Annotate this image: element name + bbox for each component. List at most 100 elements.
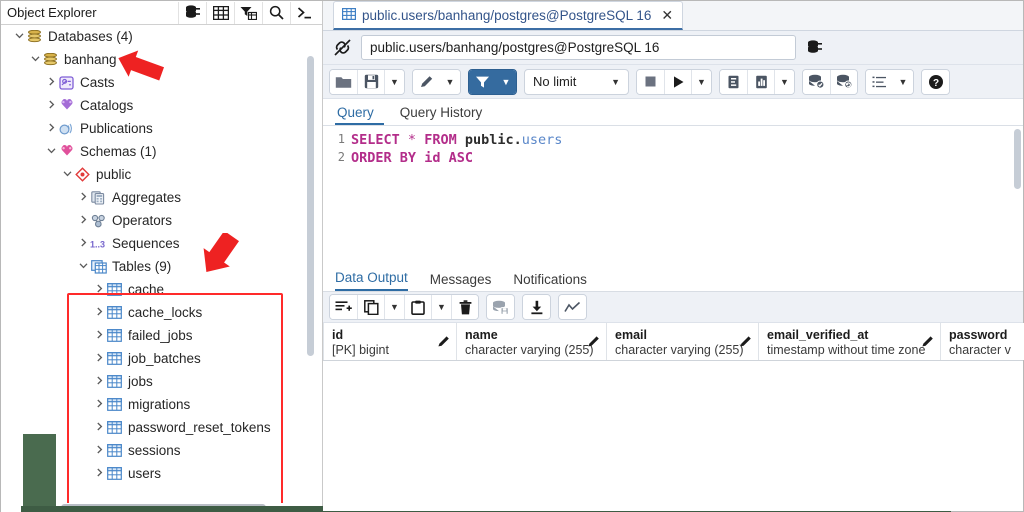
chevron-right-icon[interactable] <box>93 330 106 342</box>
tab-notifications[interactable]: Notifications <box>513 272 587 291</box>
funnel-icon[interactable] <box>469 69 496 94</box>
pencil-icon[interactable] <box>587 334 601 351</box>
query-tool-tab[interactable]: public.users/banhang/postgres@PostgreSQL… <box>333 1 684 30</box>
pencil-icon[interactable] <box>739 334 753 351</box>
tree-item-label: migrations <box>128 396 191 412</box>
tree-item-public[interactable]: public <box>1 163 322 186</box>
question-mark-icon[interactable]: ? <box>922 69 949 94</box>
list-icon[interactable] <box>866 69 893 94</box>
execute-dropdown[interactable]: ▼ <box>691 69 711 94</box>
trash-icon[interactable] <box>451 295 478 319</box>
object-explorer-tree[interactable]: Databases (4) banhang Casts Catalogs Publica… <box>1 25 322 503</box>
chevron-right-icon[interactable] <box>93 376 106 388</box>
bar-chart-icon[interactable] <box>747 69 774 94</box>
chevron-right-icon[interactable] <box>93 307 106 319</box>
explain-dropdown[interactable]: ▼ <box>774 69 794 94</box>
tree-item-failed-jobs[interactable]: failed_jobs <box>1 324 322 347</box>
chevron-right-icon[interactable] <box>93 422 106 434</box>
chevron-right-icon[interactable] <box>93 399 106 411</box>
explain-e-icon[interactable] <box>720 69 747 94</box>
tree-vertical-scrollbar[interactable] <box>307 56 314 356</box>
chevron-right-icon[interactable] <box>77 215 90 227</box>
column-header-email_verified_at[interactable]: email_verified_at timestamp without time … <box>759 323 941 360</box>
tree-item-aggregates[interactable]: Aggregates <box>1 186 322 209</box>
schema-icon <box>74 167 91 183</box>
tree-item-catalogs[interactable]: Catalogs <box>1 94 322 117</box>
commit-database-icon[interactable] <box>803 69 830 94</box>
pencil-icon[interactable] <box>921 334 935 351</box>
chevron-down-icon[interactable] <box>77 261 90 273</box>
tree-item-publications[interactable]: Publications <box>1 117 322 140</box>
filter-dropdown[interactable]: ▼ <box>496 69 516 94</box>
chevron-right-icon[interactable] <box>93 353 106 365</box>
tree-item-operators[interactable]: Operators <box>1 209 322 232</box>
play-icon[interactable] <box>664 69 691 94</box>
data-grid[interactable]: id [PK] bigint name character varying (255)… <box>323 323 1024 511</box>
download-icon[interactable] <box>523 295 550 319</box>
filter-table-icon[interactable] <box>234 1 262 24</box>
execute-button-group: ▼ <box>636 68 712 95</box>
pencil-icon[interactable] <box>413 69 440 94</box>
folder-icon[interactable] <box>330 69 357 94</box>
tree-item-label: banhang <box>64 51 117 67</box>
tab-messages[interactable]: Messages <box>430 272 492 291</box>
macros-dropdown[interactable]: ▼ <box>893 69 913 94</box>
paste-dropdown[interactable]: ▼ <box>431 295 451 319</box>
connection-input[interactable]: public.users/banhang/postgres@PostgreSQL… <box>361 35 796 60</box>
tree-item-tables-9[interactable]: Tables (9) <box>1 255 322 278</box>
column-header-password[interactable]: password character v <box>941 323 1024 360</box>
chevron-down-icon[interactable] <box>13 31 26 43</box>
tree-item-schemas-1[interactable]: Schemas (1) <box>1 140 322 163</box>
tab-data-output[interactable]: Data Output <box>335 270 408 291</box>
tree-item-databases-4[interactable]: Databases (4) <box>1 25 322 48</box>
row-limit-select[interactable]: No limit ▼ <box>524 68 629 95</box>
chevron-down-icon[interactable] <box>29 54 42 66</box>
chevron-right-icon[interactable] <box>45 100 58 112</box>
tree-item-migrations[interactable]: migrations <box>1 393 322 416</box>
clipboard-icon[interactable] <box>404 295 431 319</box>
chevron-right-icon[interactable] <box>93 284 106 296</box>
chevron-right-icon[interactable] <box>93 445 106 457</box>
chevron-right-icon[interactable] <box>93 468 106 480</box>
stop-square-icon[interactable] <box>637 69 664 94</box>
pencil-icon[interactable] <box>437 334 451 351</box>
search-icon[interactable] <box>262 1 290 24</box>
copy-dropdown[interactable]: ▼ <box>384 295 404 319</box>
server-stack-icon[interactable] <box>802 35 828 61</box>
tab-query[interactable]: Query <box>335 105 384 125</box>
chevron-down-icon[interactable] <box>45 146 58 158</box>
tab-query-history[interactable]: Query History <box>398 105 493 125</box>
tree-item-sequences[interactable]: 1..3 Sequences <box>1 232 322 255</box>
object-explorer-icon[interactable] <box>178 1 206 24</box>
floppy-disk-icon[interactable] <box>357 69 384 94</box>
sequences-icon: 1..3 <box>90 236 107 252</box>
terminal-icon[interactable] <box>290 1 318 24</box>
column-header-id[interactable]: id [PK] bigint <box>324 323 457 360</box>
chevron-right-icon[interactable] <box>77 238 90 250</box>
chevron-right-icon[interactable] <box>45 77 58 89</box>
sql-editor[interactable]: 12 SELECT * FROM public.users ORDER BY id… <box>323 126 1023 266</box>
grid-view-icon[interactable] <box>206 1 234 24</box>
save-database-icon[interactable] <box>487 295 514 319</box>
chevron-right-icon[interactable] <box>45 123 58 135</box>
chevron-right-icon[interactable] <box>77 192 90 204</box>
edit-dropdown[interactable]: ▼ <box>440 69 460 94</box>
tree-item-cache[interactable]: cache <box>1 278 322 301</box>
close-icon[interactable]: ✕ <box>661 7 673 24</box>
disconnected-plug-icon[interactable] <box>329 35 355 61</box>
editor-vertical-scrollbar[interactable] <box>1014 129 1021 189</box>
line-chart-icon[interactable] <box>559 295 586 319</box>
column-header-name[interactable]: name character varying (255) <box>457 323 607 360</box>
tree-item-cache-locks[interactable]: cache_locks <box>1 301 322 324</box>
add-rows-icon[interactable] <box>330 295 357 319</box>
save-file-dropdown[interactable]: ▼ <box>384 69 404 94</box>
tree-item-jobs[interactable]: jobs <box>1 370 322 393</box>
rollback-database-icon[interactable] <box>830 69 857 94</box>
chevron-down-icon[interactable] <box>61 169 74 181</box>
tree-item-casts[interactable]: Casts <box>1 71 322 94</box>
tree-item-job-batches[interactable]: job_batches <box>1 347 322 370</box>
tree-item-banhang[interactable]: banhang <box>1 48 322 71</box>
copy-icon[interactable] <box>357 295 384 319</box>
column-header-email[interactable]: email character varying (255) <box>607 323 759 360</box>
sql-code[interactable]: SELECT * FROM public.users ORDER BY id AS… <box>351 126 1023 266</box>
